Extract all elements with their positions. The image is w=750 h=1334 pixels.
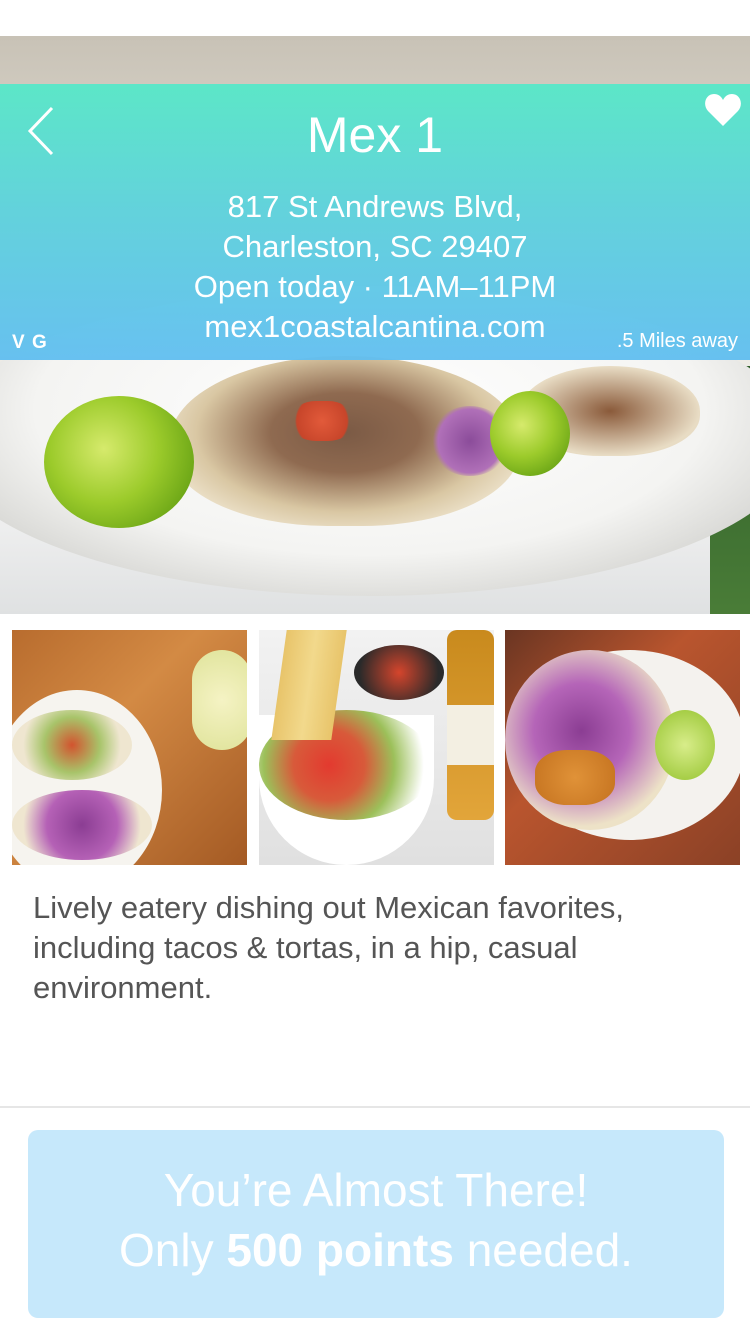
fried-fish (535, 750, 615, 805)
margarita-glass (192, 650, 247, 750)
lime-wedge (490, 391, 570, 476)
opening-hours: Open today · 11AM–11PM (193, 269, 557, 304)
lime-wedge (44, 396, 194, 528)
gallery-thumbnail-1[interactable] (12, 630, 247, 865)
taco (12, 790, 152, 860)
restaurant-description: Lively eatery dishing out Mexican favori… (33, 890, 625, 1005)
gallery-thumbnail-3[interactable] (505, 630, 740, 865)
dietary-tags: V G (12, 332, 48, 353)
address-line-1: 817 St Andrews Blvd, (227, 189, 523, 224)
status-bar (0, 0, 750, 36)
reward-prefix: Only (119, 1224, 214, 1276)
reward-points-value: 500 points (226, 1224, 454, 1276)
lime-wedge (655, 710, 715, 780)
divider (0, 1106, 750, 1108)
restaurant-name: Mex 1 (306, 107, 444, 163)
taco (12, 710, 132, 780)
reward-suffix: needed. (466, 1224, 633, 1276)
reward-headline: You’re Almost There! (163, 1164, 589, 1216)
points-progress-button[interactable]: You’re Almost There! Only 500 points nee… (28, 1130, 724, 1318)
beer-label (447, 705, 494, 765)
gallery-thumbnail-2[interactable] (259, 630, 494, 865)
salsa-cup (354, 645, 444, 700)
distance-label: .5 Miles away (616, 330, 738, 352)
address-line-2: Charleston, SC 29407 (222, 229, 528, 264)
reward-points-needed: Only 500 points needed. (28, 1220, 724, 1280)
tomato (292, 401, 352, 441)
